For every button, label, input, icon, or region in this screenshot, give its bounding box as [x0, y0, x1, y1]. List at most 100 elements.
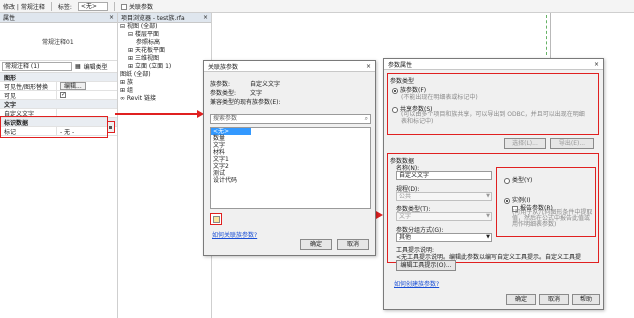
expand-icon[interactable]: ⊞ [120, 87, 127, 94]
tree-item[interactable]: ⊞ 组 [118, 87, 211, 95]
list-item[interactable]: 数量 [211, 135, 370, 142]
close-icon[interactable]: × [594, 61, 599, 68]
ok-button[interactable]: 确定 [506, 294, 536, 305]
separator [50, 1, 52, 11]
tree-item[interactable]: ⊞ 三维视图 [118, 55, 211, 63]
separator [113, 1, 115, 11]
search-input[interactable]: 搜索参数 ⌕ [210, 114, 371, 124]
tree-item[interactable]: ⊟ 楼层平面 [118, 31, 211, 39]
chevron-down-icon: ▼ [486, 234, 490, 240]
expand-icon[interactable]: ⊞ [120, 79, 127, 86]
label-select[interactable]: <无> [77, 1, 108, 11]
help-button[interactable]: 帮助 [572, 294, 600, 305]
label-sign: 标签: [57, 3, 72, 11]
browser-header: 项目浏览器 - test族.rfa × [118, 13, 211, 23]
list-item[interactable]: 文字1 [211, 156, 370, 163]
list-item[interactable]: 文字 [211, 142, 370, 149]
expand-icon[interactable]: ⊞ [128, 55, 135, 62]
properties-panel: 属性 × 常规注释01 常规注释 (1) ▦ 编辑类型 图形 可见性/图形替换 编辑… [0, 13, 118, 318]
property-key: 可见性/图形替换 [4, 83, 49, 91]
help-link[interactable]: 如何关联族参数? [212, 230, 257, 239]
options-bar: 修改 | 常规注释 标签: <无> 关联参数 [0, 0, 634, 13]
type-radio-label: 类型(Y) [512, 177, 533, 184]
group-select[interactable]: 其他 ▼ [396, 233, 492, 242]
close-icon[interactable]: × [203, 14, 208, 21]
radio-unselected-icon[interactable] [392, 106, 398, 113]
instance-filter-dropdown[interactable]: 常规注释 (1) [2, 62, 72, 71]
tree-item[interactable]: 参照标高 [118, 39, 211, 47]
tree-item[interactable]: ⊞ 族 [118, 79, 211, 87]
report-param-desc: (可用于从几何图形条件中提取值，然后在公式中报告此值或用作明细表参数) [512, 209, 593, 228]
list-item[interactable]: 文字2 [211, 163, 370, 170]
export-button[interactable]: 导出(E)... [550, 138, 594, 149]
cancel-button[interactable]: 取消 [337, 239, 369, 250]
associate-parameter-button[interactable] [107, 121, 115, 133]
instance-filter-row: 常规注释 (1) ▦ 编辑类型 [0, 61, 117, 73]
property-value[interactable]: 编辑... [56, 82, 117, 90]
tree-item-label: 参照标高 [136, 39, 161, 46]
edit-type-icon[interactable]: ▦ [75, 63, 81, 70]
property-key: 图形 [4, 74, 17, 82]
expand-icon[interactable]: ∞ [120, 95, 127, 102]
family-param-desc: (不能出现在明细表或标记中) [401, 94, 478, 101]
list-item[interactable]: <无> [211, 128, 251, 135]
tree-item[interactable]: ⊞ 天花板平面 [118, 47, 211, 55]
close-icon[interactable]: × [366, 63, 371, 70]
dialog-titlebar: 关联族参数 × [204, 61, 375, 72]
browser-tree: ⊟ 视图 (全部) ⊟ 楼层平面 参照标高 ⊞ 天花板平面 ⊞ 三维视图 ⊞ 立面 (立… [118, 23, 211, 103]
radio-unselected-icon[interactable] [504, 177, 510, 184]
tree-item-label: 立面 (立面 1) [134, 63, 172, 70]
tree-item[interactable]: ⊟ 视图 (全部) [118, 23, 211, 31]
discipline-select[interactable]: 公共 ▼ [396, 192, 492, 201]
edit-type-button[interactable]: 编辑类型 [84, 62, 108, 71]
shared-param-desc: (可以由多个项目和族共享，可以导出到 ODBC，并且可以出现在明细表和标记中) [401, 111, 585, 125]
edit-button[interactable]: 编辑... [60, 82, 86, 90]
discipline-value: 公共 [399, 193, 412, 200]
search-placeholder: 搜索参数 [213, 115, 238, 122]
tree-item[interactable]: ⊞ 立面 (立面 1) [118, 63, 211, 71]
close-icon[interactable]: × [109, 14, 114, 21]
association-toggle[interactable]: 关联参数 [120, 2, 153, 11]
radio-selected-icon[interactable] [504, 197, 510, 204]
tree-item-label: 天花板平面 [134, 47, 165, 54]
ok-button[interactable]: 确定 [300, 239, 332, 250]
expand-icon[interactable]: ⊟ [120, 23, 127, 30]
tree-item-label: 三维视图 [134, 55, 159, 62]
associate-family-parameter-dialog: 关联族参数 × 族参数: 自定义文字 参数类型: 文字 兼容类型的现有族参数(E):… [203, 60, 376, 256]
checkbox-icon[interactable] [60, 91, 66, 98]
cancel-button[interactable]: 取消 [539, 294, 569, 305]
expand-icon[interactable]: ⊞ [128, 63, 135, 70]
param-category-label: 参数类型 [390, 78, 415, 85]
tree-item[interactable]: ∞ Revit 链接 [118, 95, 211, 103]
property-value[interactable] [56, 91, 117, 99]
param-type-label: 参数类型: [210, 90, 237, 97]
property-key: 文字 [4, 101, 17, 109]
list-item[interactable]: 测试 [211, 170, 370, 177]
browser-title: 项目浏览器 - test族.rfa [121, 15, 185, 22]
properties-title: 属性 [3, 15, 16, 22]
dialog-titlebar: 参数属性 × [384, 59, 603, 70]
expand-icon[interactable]: ⊟ [128, 31, 135, 38]
new-parameter-button[interactable] [210, 213, 222, 225]
radio-selected-icon[interactable] [392, 87, 398, 94]
param-type-value: 文字 [250, 90, 263, 97]
family-param-value: 自定义文字 [250, 81, 281, 88]
tree-item[interactable]: 图纸 (全部) [118, 71, 211, 79]
help-link[interactable]: 如何创建族参数? [394, 279, 439, 288]
compatible-params-label: 兼容类型的现有族参数(E): [210, 99, 281, 106]
type-radio[interactable]: 类型(Y) [504, 175, 532, 184]
type-selector[interactable]: 常规注释01 [0, 23, 117, 61]
expand-icon[interactable]: ⊞ [128, 47, 135, 54]
existing-params-list[interactable]: <无> 数量 文字 材料 文字1 文字2 测试 设计代码 [210, 127, 371, 209]
list-item[interactable]: 设计代码 [211, 177, 370, 184]
property-row[interactable]: 可见 [0, 91, 117, 100]
group-value: 其他 [399, 234, 412, 241]
tree-item-label: 图纸 (全部) [120, 71, 151, 78]
select-button[interactable]: 选择(L)... [504, 138, 546, 149]
param-type-select[interactable]: 文字 ▼ [396, 212, 492, 221]
checkbox-icon[interactable] [120, 4, 127, 10]
edit-tooltip-button[interactable]: 编辑工具提示(O)... [396, 260, 456, 271]
project-browser: 项目浏览器 - test族.rfa × ⊟ 视图 (全部) ⊟ 楼层平面 参照标高… [118, 13, 212, 318]
name-input[interactable]: 自定义文字 [396, 171, 492, 180]
list-item[interactable]: 材料 [211, 149, 370, 156]
